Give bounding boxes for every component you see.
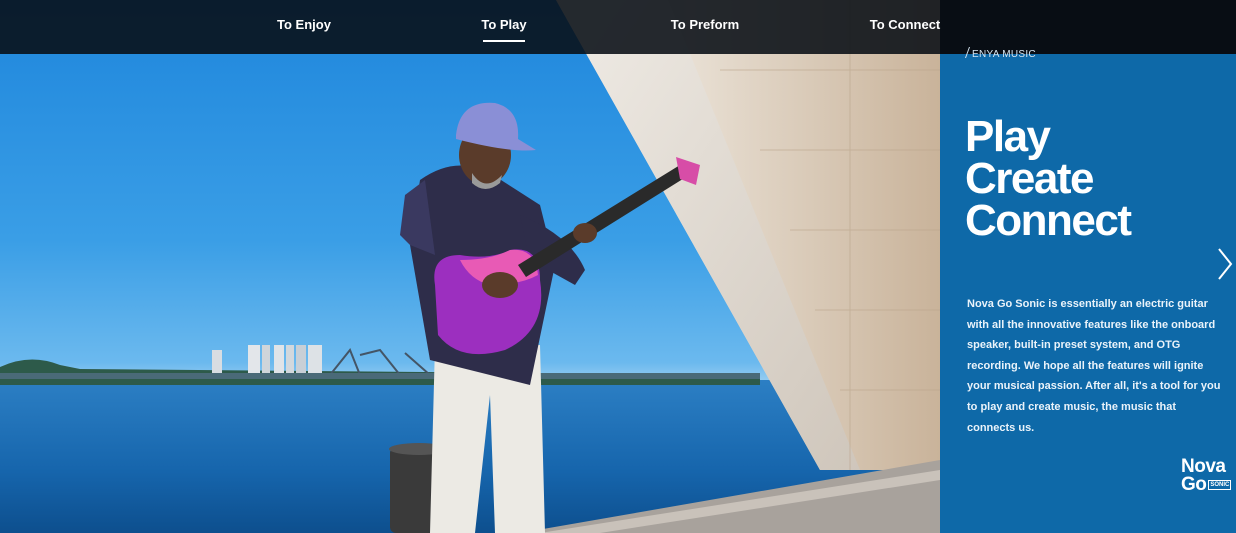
top-navigation: To Enjoy To Play To Preform To Connect	[0, 0, 1236, 54]
nav-tab-to-preform[interactable]: To Preform	[660, 0, 750, 54]
nav-tab-to-play[interactable]: To Play	[464, 0, 544, 54]
logo-go-text: Go	[1181, 474, 1207, 495]
logo-line-go: Go SONIC	[1181, 474, 1232, 495]
nav-tab-to-connect[interactable]: To Connect	[860, 0, 950, 54]
guitarist-photo	[389, 102, 700, 533]
hero-image	[0, 0, 940, 533]
info-panel: ENYA MUSIC Play Create Connect Nova Go S…	[940, 47, 1236, 533]
logo-sonic-badge: SONIC	[1208, 480, 1232, 490]
brand-name: ENYA MUSIC	[972, 49, 1036, 60]
headline-line-create: Create	[965, 154, 1094, 203]
nav-tab-to-enjoy[interactable]: To Enjoy	[264, 0, 344, 54]
chevron-right-icon[interactable]	[1216, 246, 1234, 282]
headline-line-play: Play	[965, 112, 1051, 161]
product-description: Nova Go Sonic is essentially an electric…	[967, 298, 1221, 434]
nova-go-sonic-logo: Nova Go SONIC	[1181, 457, 1232, 495]
headline: Play Create Connect	[965, 112, 1132, 245]
brand-logo-icon	[959, 47, 971, 58]
brand-label: ENYA MUSIC	[959, 47, 1036, 60]
headline-line-connect: Connect	[965, 196, 1132, 245]
